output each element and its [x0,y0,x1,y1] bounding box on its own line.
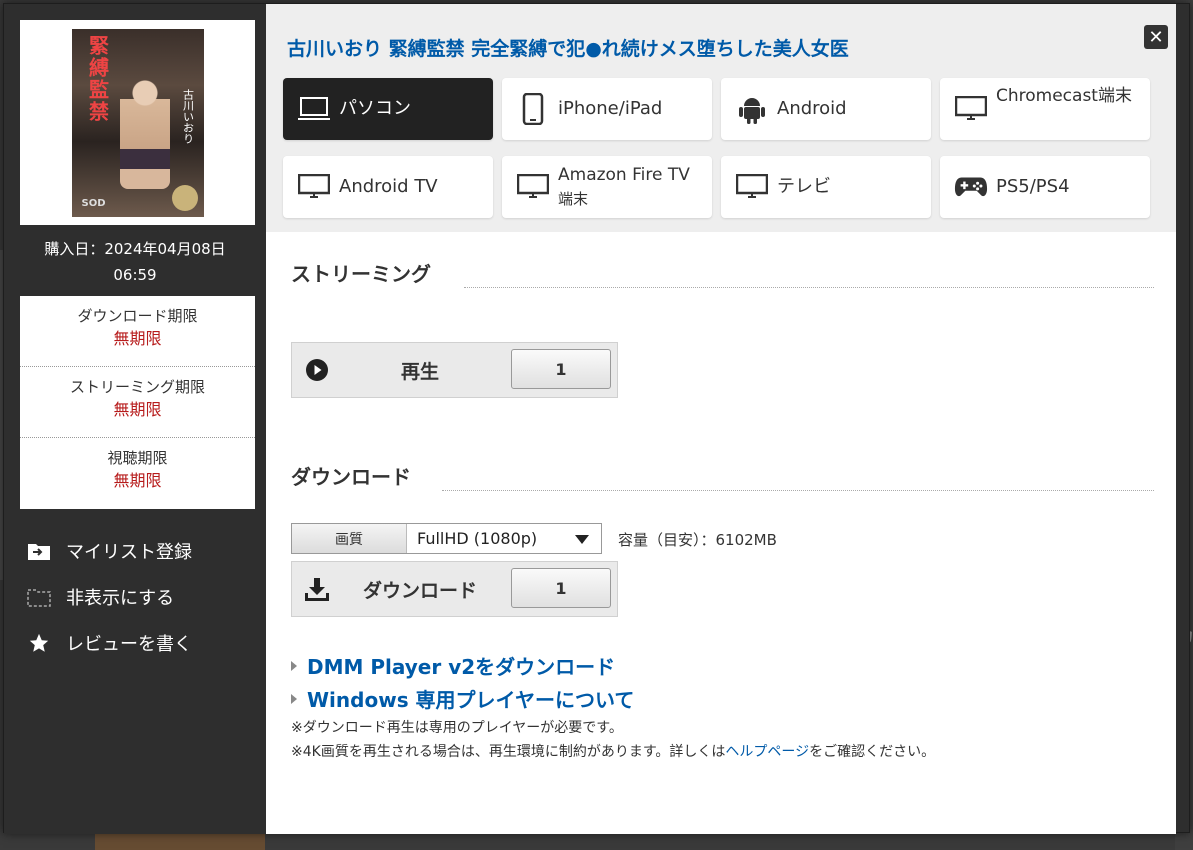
device-tab-android-tv[interactable]: Android TV [283,156,493,218]
limit-download: ダウンロード期限 無期限 [20,296,255,367]
device-label: Android [777,98,847,119]
notes: ※ダウンロード再生は専用のプレイヤーが必要です。 ※4K画質を再生される場合は、… [291,716,935,764]
link-text: DMM Player v2をダウンロード [307,655,616,679]
laptop-icon [297,94,331,124]
cover-image[interactable]: 緊縛監禁 古川いおり SOD [71,28,204,217]
play-button[interactable]: 再生 [330,357,510,384]
cover-label: SOD [81,197,106,209]
monitor-icon [735,172,769,202]
folder-add-icon [26,540,52,562]
cover-image-frame: 緊縛監禁 古川いおり SOD [20,20,255,225]
right-panel: 古川いおり 緊縛監禁 完全緊縛で犯●れ続けメス堕ちした美人女医 ✕ パソコン i… [266,4,1176,834]
purchase-date: 購入日：2024年04月08日 [44,240,226,258]
hide-label: 非表示にする [66,588,175,609]
play-icon [304,358,330,382]
write-review-button[interactable]: レビューを書く [26,620,192,666]
close-icon: ✕ [1148,26,1164,48]
hide-icon [26,586,52,608]
device-label: パソコン [339,98,411,119]
limit-label: 視聴期限 [107,449,168,467]
quality-value: FullHD (1080p) [417,529,538,548]
note-text: をご確認ください。 [809,744,936,760]
note-text: ※4K画質を再生される場合は、再生環境に制約があります。詳しくは [291,744,726,760]
capacity-info: 容量（目安）：6102MB [618,531,777,549]
streaming-heading: ストリーミング [291,262,431,286]
mylist-add-button[interactable]: マイリスト登録 [26,528,192,574]
divider [464,287,1154,288]
gamepad-icon [954,172,988,202]
limit-label: ストリーミング期限 [69,378,205,396]
cover-badge [171,184,198,211]
device-tab-ps[interactable]: PS5/PS4 [940,156,1150,218]
download-button[interactable]: ダウンロード [330,576,510,603]
limit-value: 無期限 [113,400,162,419]
cover-figure [119,68,170,189]
device-label-line2: 端末 [558,190,589,208]
cover-side-text: 古川いおり [181,88,195,144]
limit-value: 無期限 [113,471,162,490]
device-label: Amazon Fire TV 端末 [558,163,690,211]
chevron-down-icon [575,535,589,544]
streaming-count-button[interactable]: 1 [511,349,611,389]
help-page-link[interactable]: ヘルプページ [725,744,809,760]
device-label: PS5/PS4 [996,176,1070,197]
link-text: Windows 専用プレイヤーについて [307,688,635,712]
purchase-time: 06:59 [113,266,157,284]
device-tab-chromecast[interactable]: Chromecast端末 [940,78,1150,140]
download-heading: ダウンロード [291,465,411,489]
phone-icon [516,93,550,125]
limit-label: ダウンロード期限 [77,307,198,325]
download-box: ダウンロード 1 [291,561,618,617]
side-actions: マイリスト登録 非表示にする レビューを書く [26,528,192,666]
hide-button[interactable]: 非表示にする [26,574,192,620]
monitor-icon [954,94,988,124]
triangle-right-icon [291,660,297,671]
purchase-info: 購入日：2024年04月08日 06:59 [4,236,266,288]
device-tab-pc[interactable]: パソコン [283,78,493,140]
triangle-right-icon [291,693,297,704]
device-tab-fire-tv[interactable]: Amazon Fire TV 端末 [502,156,712,218]
device-label: Chromecast端末 [996,86,1132,106]
note-line: ※ダウンロード再生は専用のプレイヤーが必要です。 [291,720,623,736]
close-button[interactable]: ✕ [1144,25,1168,49]
quality-dropdown[interactable]: FullHD (1080p) [407,524,601,553]
player-links: DMM Player v2をダウンロード Windows 専用プレイヤーについて [291,649,634,715]
streaming-box: 再生 1 [291,342,618,398]
product-title: 古川いおり 緊縛監禁 完全緊縛で犯●れ続けメス堕ちした美人女医 [287,38,849,60]
star-icon [26,632,52,654]
download-icon [304,577,330,601]
player-modal: 緊縛監禁 古川いおり SOD 購入日：2024年04月08日 06:59 ダウン… [3,3,1190,834]
note-line: ※4K画質を再生される場合は、再生環境に制約があります。詳しくはヘルプページをご… [291,740,935,764]
limits-box: ダウンロード期限 無期限 ストリーミング期限 無期限 視聴期限 無期限 [20,296,255,509]
android-icon [735,94,769,124]
write-review-label: レビューを書く [66,634,192,655]
device-tab-iphone[interactable]: iPhone/iPad [502,78,712,140]
divider [442,490,1154,491]
quality-label: 画質 [292,524,407,553]
limit-streaming: ストリーミング期限 無期限 [20,367,255,438]
windows-player-info-link[interactable]: Windows 専用プレイヤーについて [291,682,634,715]
device-tab-tv[interactable]: テレビ [721,156,931,218]
mylist-add-label: マイリスト登録 [66,542,192,563]
device-label: テレビ [777,176,831,197]
dmm-player-download-link[interactable]: DMM Player v2をダウンロード [291,649,634,682]
device-label-line1: Amazon Fire TV [558,165,690,185]
left-panel: 緊縛監禁 古川いおり SOD 購入日：2024年04月08日 06:59 ダウン… [4,4,266,834]
limit-viewing: 視聴期限 無期限 [20,438,255,509]
device-label: iPhone/iPad [558,98,663,119]
cover-title-art: 緊縛監禁 [85,34,110,123]
monitor-icon [516,172,550,202]
device-label: Android TV [339,176,438,197]
quality-select[interactable]: 画質 FullHD (1080p) [291,523,602,554]
download-count-button[interactable]: 1 [511,568,611,608]
device-tab-android[interactable]: Android [721,78,931,140]
device-selector: 古川いおり 緊縛監禁 完全緊縛で犯●れ続けメス堕ちした美人女医 ✕ パソコン i… [266,4,1176,232]
monitor-icon [297,172,331,202]
limit-value: 無期限 [113,329,162,348]
